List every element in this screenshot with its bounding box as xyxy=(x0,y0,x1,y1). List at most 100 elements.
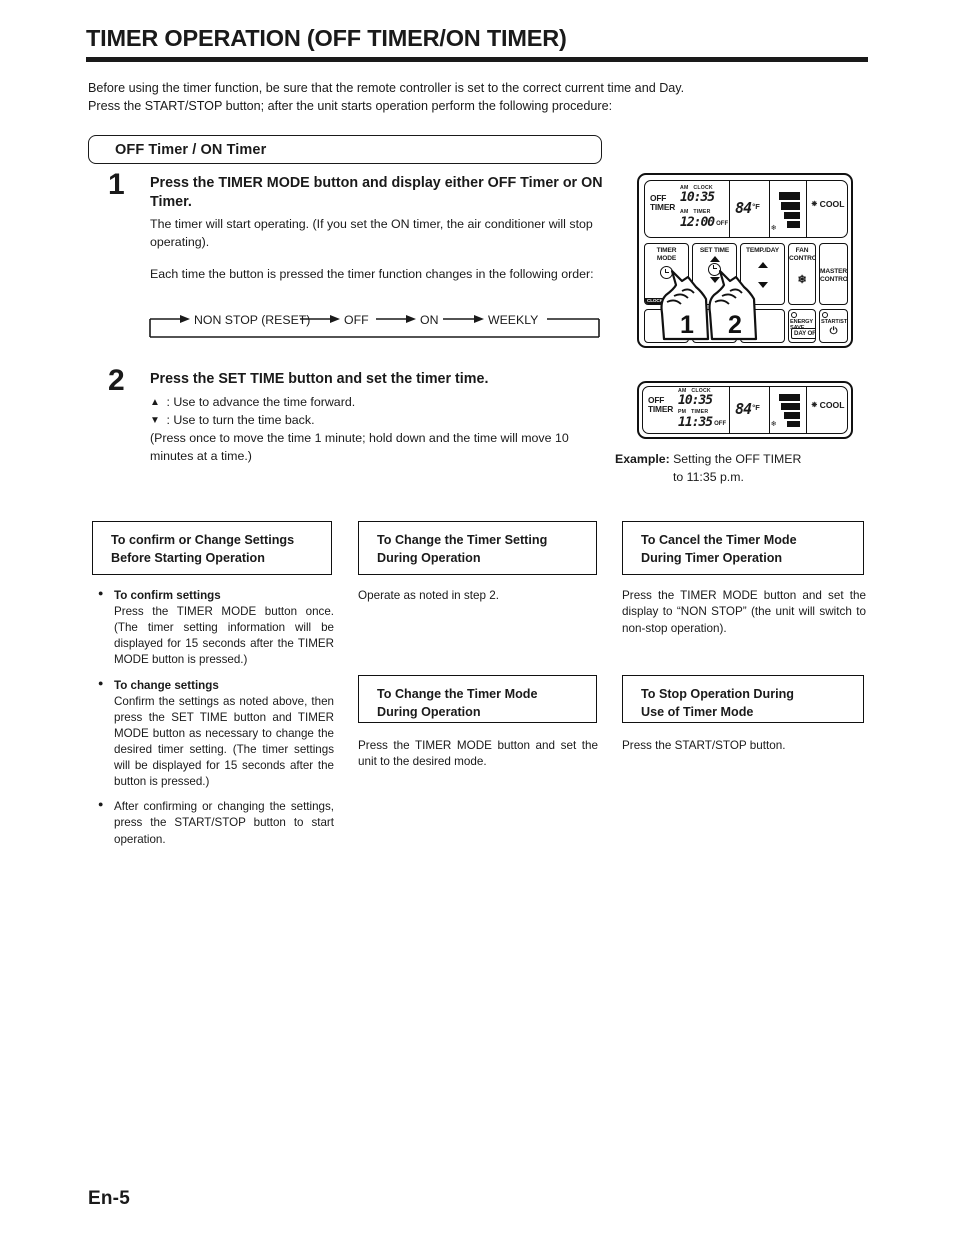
lcd-timer-value-row: 12:00 OFF xyxy=(680,215,736,229)
infobox-a-bullet-1-head: To confirm settings xyxy=(114,589,221,602)
fan-icon: ❄ xyxy=(770,225,777,232)
swing-button[interactable]: ≡ xyxy=(644,309,689,343)
example-lcd-timer-value-row: 11:35 OFF xyxy=(678,415,734,429)
infobox-a-bullet-2: To change settings Confirm the settings … xyxy=(98,677,334,791)
intro-line-1: Before using the timer function, be sure… xyxy=(88,81,685,95)
infobox-a-body: To confirm settings Press the TIMER MODE… xyxy=(98,587,334,857)
infobox-d-title: To Change the Timer Mode During Operatio… xyxy=(377,685,584,722)
lcd-timer-section: OFF TIMER AM CLOCK 10:35 AM TIMER 12:00 … xyxy=(645,181,732,237)
infobox-e-title-line-1: To Stop Operation During xyxy=(641,687,794,701)
lcd-clock-row: AM CLOCK 10:35 xyxy=(680,185,732,206)
fan-control-button[interactable]: FAN CONTROL ❄ xyxy=(788,243,816,305)
lcd-mode-label: COOL xyxy=(819,199,845,209)
infobox-c-title: To Cancel the Timer Mode During Timer Op… xyxy=(641,531,851,568)
example-caption-text-1: Setting the OFF TIMER xyxy=(673,452,802,466)
step-1: 1 Press the TIMER MODE button and displa… xyxy=(88,170,604,284)
infobox-b-body: Operate as noted in step 2. xyxy=(358,589,499,602)
start-stop-button[interactable]: START/STOP ⏻ xyxy=(819,309,848,343)
triangle-down-icon: ▼ xyxy=(150,414,160,426)
infobox-c-body: Press the TIMER MODE button and set the … xyxy=(622,589,866,635)
infobox-a-bullet-3: After confirming or changing the setting… xyxy=(98,798,334,847)
temp-day-up-arrow-icon[interactable] xyxy=(757,261,768,268)
page-footer: En-5 xyxy=(88,1188,130,1209)
lcd-temperature-value: 84 xyxy=(735,199,752,217)
document-page: TIMER OPERATION (OFF TIMER/ON TIMER) Bef… xyxy=(0,0,954,1235)
remote-button-panel: TIMER MODE CLOCK ADJ. SET TIME TEMP./DAY… xyxy=(644,243,848,344)
lcd-temperature-section: 84°F xyxy=(730,181,770,237)
set-time-button-label: SET TIME xyxy=(699,247,730,254)
infobox-change-timer-setting: To Change the Timer Setting During Opera… xyxy=(358,521,597,575)
infobox-b-title-line-2: During Operation xyxy=(377,551,481,566)
infobox-e-body: Press the START/STOP button. xyxy=(622,739,786,752)
unlabeled-button-3[interactable] xyxy=(740,309,785,343)
infobox-cancel-timer-mode: To Cancel the Timer Mode During Timer Op… xyxy=(622,521,864,575)
example-fan-icon: ❄ xyxy=(770,421,777,428)
lcd-timer-label: TIMER xyxy=(693,209,711,215)
example-lcd-mode-label: COOL xyxy=(819,400,845,410)
step-2-number: 2 xyxy=(108,364,125,397)
intro-line-2: Press the START/STOP button; after the u… xyxy=(88,98,613,113)
example-lcd-clock-row: AM CLOCK 10:35 xyxy=(678,388,730,409)
infobox-a-title-line-2: Before Starting Operation xyxy=(111,551,265,566)
step-2-up-text: : Use to advance the time forward. xyxy=(166,394,356,409)
section-header-pill: OFF Timer / ON Timer xyxy=(88,135,602,164)
example-caption-label: Example: xyxy=(615,452,670,466)
temp-day-button-label: TEMP./DAY xyxy=(745,247,780,254)
lcd-timer-mode-line-2: TIMER xyxy=(650,202,676,213)
clock-icon xyxy=(660,266,673,280)
energy-save-button[interactable]: ENERGY SAVE DAY OFF xyxy=(788,309,816,343)
fan-control-label-2: CONTROL xyxy=(789,254,815,262)
infobox-a-bullet-1-text: Press the TIMER MODE button once. (The t… xyxy=(114,605,334,667)
example-caption: Example: Setting the OFF TIMER to 11:35 … xyxy=(615,450,885,487)
power-icon: ⏻ xyxy=(829,326,838,337)
lcd-mode-section: ❋ COOL xyxy=(807,181,847,237)
infobox-a-bullet-2-text: Confirm the settings as noted above, the… xyxy=(114,694,334,789)
lcd-temperature-row: 84°F xyxy=(735,201,760,216)
lcd-clock-value: 10:35 xyxy=(680,190,715,206)
set-time-button[interactable]: SET TIME xyxy=(692,243,737,305)
lcd-timer-mode-label: OFF TIMER xyxy=(650,193,676,213)
step-2: 2 Press the SET TIME button and set the … xyxy=(88,366,604,466)
flow-node-3: WEEKLY xyxy=(488,313,538,327)
step-2-note: (Press once to move the time 1 minute; h… xyxy=(150,430,569,463)
set-time-down-arrow-icon[interactable] xyxy=(709,276,720,283)
timer-mode-button-label-2: MODE xyxy=(656,254,677,262)
lcd-fan-section: ❄ xyxy=(770,181,808,237)
temp-day-down-arrow-icon[interactable] xyxy=(757,281,768,288)
flow-node-0: NON STOP (RESET) xyxy=(194,313,310,327)
example-lcd-temperature-value: 84 xyxy=(735,400,752,418)
step-2-title: Press the SET TIME button and set the ti… xyxy=(150,371,489,387)
page-title: TIMER OPERATION (OFF TIMER/ON TIMER) xyxy=(86,25,567,51)
example-lcd-temperature-row: 84°F xyxy=(735,402,760,417)
page-header: TIMER OPERATION (OFF TIMER/ON TIMER) xyxy=(86,26,868,62)
fan-control-label-1: FAN xyxy=(795,247,809,254)
remote-example-illustration: OFF TIMER AM CLOCK 10:35 PM TIMER 11:35 … xyxy=(637,381,853,439)
timer-mode-flow-diagram: NON STOP (RESET) OFF ON WEEKLY xyxy=(148,310,601,344)
infobox-a-bullet-2-head: To change settings xyxy=(114,678,219,692)
infobox-a-title: To confirm or Change Settings Before Sta… xyxy=(111,531,319,568)
intro-paragraph: Before using the timer function, be sure… xyxy=(88,80,878,116)
temp-day-button[interactable]: TEMP./DAY xyxy=(740,243,785,305)
day-off-label[interactable]: DAY OFF xyxy=(791,327,815,339)
unlabeled-button-2[interactable] xyxy=(692,309,737,343)
infobox-c-title-line-2: During Timer Operation xyxy=(641,551,783,566)
example-fan-speed-bars-icon xyxy=(777,393,802,434)
master-control-button[interactable]: MASTER CONTROL xyxy=(819,243,848,305)
flow-node-2: ON xyxy=(420,313,438,327)
section-header-label: OFF Timer / ON Timer xyxy=(115,141,267,158)
timer-mode-button[interactable]: TIMER MODE CLOCK ADJ. xyxy=(644,243,689,305)
example-lcd-clock-value: 10:35 xyxy=(678,393,713,409)
infobox-e-title-line-2: Use of Timer Mode xyxy=(641,705,754,720)
example-lcd-timer-suffix: OFF xyxy=(714,421,727,428)
infobox-a-title-line-1: To confirm or Change Settings xyxy=(111,533,295,547)
step-1-body-2: Each time the button is pressed the time… xyxy=(150,267,594,282)
example-mode-dot-icon: ❋ xyxy=(811,402,818,409)
step-2-down-text: : Use to turn the time back. xyxy=(166,412,315,427)
set-time-up-arrow-icon[interactable] xyxy=(709,255,720,262)
infobox-a-bullet-1: To confirm settings Press the TIMER MODE… xyxy=(98,587,334,669)
infobox-b-title-line-1: To Change the Timer Setting xyxy=(377,533,548,547)
title-rule xyxy=(86,56,868,62)
step-2-up-line: ▲ : Use to advance the time forward. xyxy=(150,394,604,412)
example-lcd-timer-row: PM TIMER 11:35 OFF xyxy=(678,409,734,429)
lcd-timer-ampm: AM xyxy=(680,209,689,215)
